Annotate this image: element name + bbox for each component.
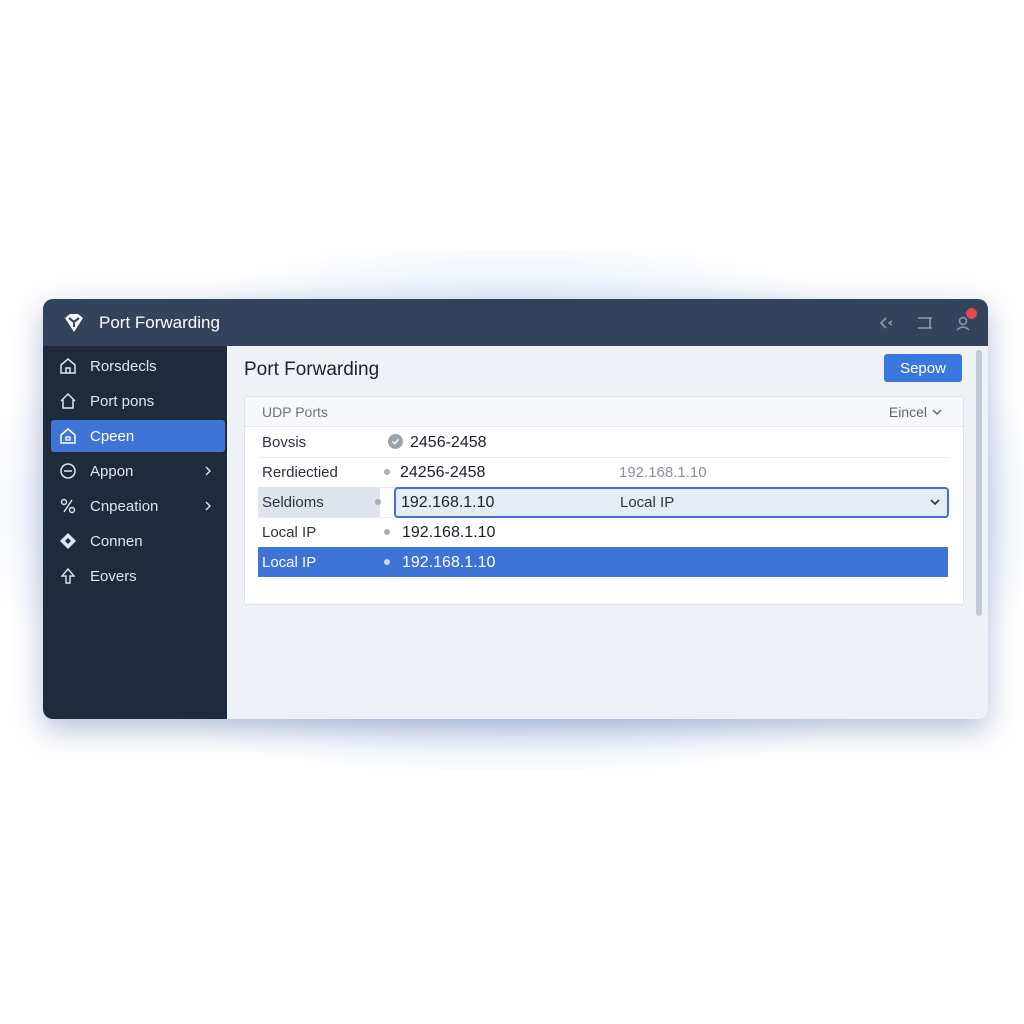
- row-value: 192.168.1.10: [402, 554, 496, 571]
- notification-dot: [966, 307, 977, 319]
- house-outline-icon: [59, 392, 77, 410]
- sidebar-item-port-pons[interactable]: Port pons: [51, 385, 225, 417]
- sidebar: Rorsdecls Port pons Cpeen Appon Cnpeatio…: [43, 346, 227, 719]
- sidebar-item-eovers[interactable]: Eovers: [51, 560, 225, 592]
- sidebar-item-connen[interactable]: Connen: [51, 525, 225, 557]
- window-icon[interactable]: [914, 312, 936, 334]
- sidebar-item-label: Eovers: [90, 567, 137, 585]
- row-label: Local IP: [262, 524, 317, 541]
- screen: Port Forwarding Rorsdecls Port pons Cpee…: [0, 0, 1024, 1024]
- row-value: 2456-2458: [410, 434, 487, 451]
- row-value: 192.168.1.10: [402, 524, 496, 541]
- title-bar-controls: [876, 299, 977, 346]
- chevron-down-icon: [932, 409, 942, 416]
- vertical-scrollbar[interactable]: [976, 350, 982, 616]
- panel-header-label: UDP Ports: [262, 404, 328, 420]
- sidebar-item-rorsdecls[interactable]: Rorsdecls: [51, 350, 225, 382]
- page-title: Port Forwarding: [244, 359, 380, 380]
- back-icon[interactable]: [876, 312, 898, 334]
- ip-select-label: Local IP: [620, 494, 675, 511]
- upload-arrow-icon: [59, 567, 77, 585]
- smile-circle-icon: [59, 462, 77, 480]
- table-row[interactable]: Rerdiectied 24256-2458 192.168.1.10: [258, 457, 948, 488]
- connection-icon: [59, 497, 77, 515]
- sidebar-item-cnpeation[interactable]: Cnpeation: [51, 490, 225, 522]
- udp-ports-panel: UDP Ports Eincel Bovsis 2456-2458 Rerdie…: [244, 396, 964, 605]
- sidebar-item-label: Cpeen: [90, 427, 135, 445]
- row-extra: 192.168.1.10: [619, 464, 707, 481]
- sidebar-item-cpeen[interactable]: Cpeen: [51, 420, 225, 452]
- primary-action-button[interactable]: Sepow: [884, 354, 962, 382]
- app-window: Port Forwarding Rorsdecls Port pons Cpee…: [43, 299, 988, 719]
- diamond-icon: [59, 532, 77, 550]
- row-label: Rerdiectied: [262, 464, 338, 481]
- main-content: Port Forwarding Sepow UDP Ports Eincel B…: [227, 346, 988, 719]
- table-row-selected[interactable]: Local IP 192.168.1.10: [258, 547, 948, 577]
- chevron-right-icon: [205, 501, 211, 511]
- row-label: Local IP: [262, 554, 317, 571]
- sidebar-item-appon[interactable]: Appon: [51, 455, 225, 487]
- sidebar-item-label: Port pons: [90, 392, 155, 410]
- home-icon: [59, 357, 77, 375]
- title-bar: Port Forwarding: [43, 299, 988, 346]
- row-label: Seldioms: [262, 494, 324, 511]
- chevron-down-icon: [930, 499, 940, 506]
- chevron-right-icon: [205, 466, 211, 476]
- home-square-icon: [59, 427, 77, 445]
- panel-header: UDP Ports Eincel: [245, 397, 963, 427]
- table-row[interactable]: Bovsis 2456-2458: [258, 427, 948, 458]
- panel-header-select[interactable]: Eincel: [889, 404, 943, 420]
- ip-select-field[interactable]: 192.168.1.10 Local IP: [394, 487, 949, 518]
- sidebar-item-label: Cnpeation: [90, 497, 159, 515]
- row-value: 24256-2458: [400, 464, 486, 481]
- bullet-icon: [375, 499, 381, 505]
- sidebar-item-label: Appon: [90, 462, 134, 480]
- table-row[interactable]: Local IP 192.168.1.10: [258, 517, 948, 548]
- table-row-editing[interactable]: Seldioms 192.168.1.10 Local IP: [258, 487, 949, 518]
- row-label: Bovsis: [262, 434, 307, 451]
- bullet-icon: [384, 529, 390, 535]
- sidebar-item-label: Rorsdecls: [90, 357, 157, 375]
- ip-select-value: 192.168.1.10: [401, 494, 495, 511]
- sidebar-item-label: Connen: [90, 532, 143, 550]
- app-logo-icon: [61, 310, 87, 336]
- check-circle-icon: [388, 434, 403, 449]
- user-icon[interactable]: [952, 307, 977, 334]
- bullet-icon: [384, 559, 390, 565]
- bullet-icon: [384, 469, 390, 475]
- app-title: Port Forwarding: [99, 312, 220, 332]
- panel-select-value: Eincel: [888, 404, 927, 420]
